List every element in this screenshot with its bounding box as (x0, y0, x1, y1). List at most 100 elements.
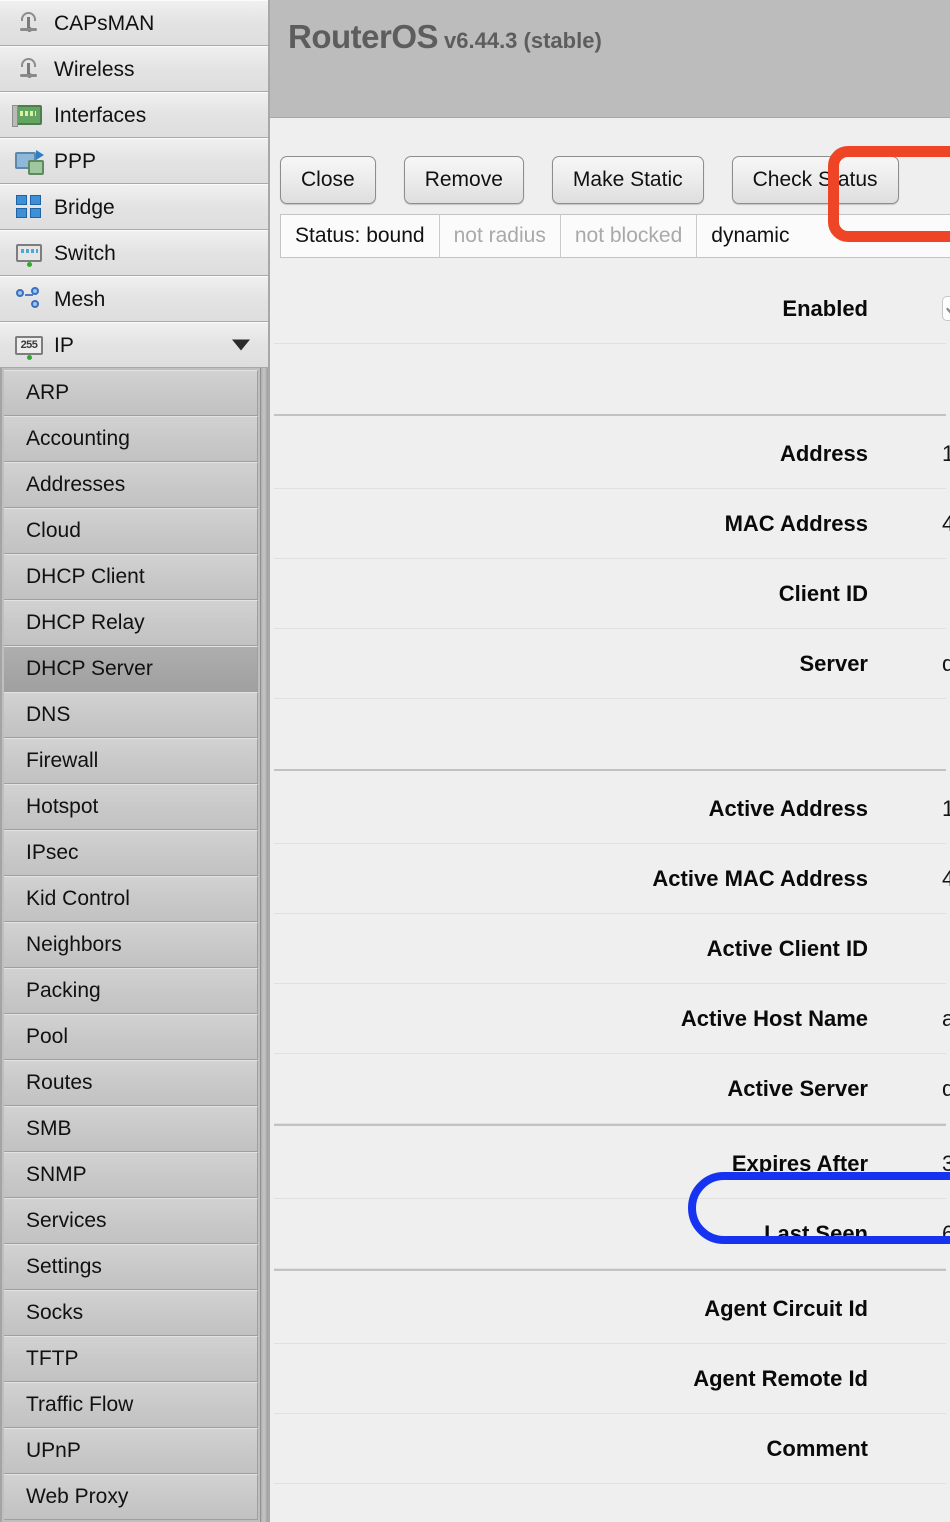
mac-address-label: MAC Address (724, 510, 868, 536)
sidebar-item-ipsec[interactable]: IPsec (4, 830, 258, 876)
mesh-icon (14, 286, 44, 312)
section-separator-4 (274, 1269, 946, 1271)
active-mac-address-prefix: 4C:EF:C0: (942, 865, 950, 891)
sidebar-subitem-label: Pool (26, 1025, 69, 1048)
sidebar-subitem-label: Settings (26, 1255, 102, 1278)
agent-remote-id-label: Agent Remote Id (693, 1365, 868, 1391)
sidebar-item-hotspot[interactable]: Hotspot (4, 784, 258, 830)
spacer-row-1 (274, 344, 946, 414)
sidebar-item-label: Switch (54, 241, 116, 265)
row-active-client-id: Active Client ID (274, 914, 946, 984)
server-label: Server (799, 650, 868, 676)
sidebar-item-neighbors[interactable]: Neighbors (4, 922, 258, 968)
sidebar-item-kid-control[interactable]: Kid Control (4, 876, 258, 922)
switch-icon (14, 240, 44, 267)
sidebar-scrollbar[interactable] (260, 368, 268, 1522)
titlebar: RouterOS v6.44.3 (stable) (270, 0, 950, 118)
sidebar-item-ppp[interactable]: PPP (0, 138, 268, 184)
row-active-server: Active Server dhcp_F1_WLAN5 (274, 1054, 950, 1124)
sidebar-subitem-label: DHCP Relay (26, 611, 145, 634)
last-seen-value: 6d 15:39:08 (942, 1220, 950, 1246)
sidebar-item-ip[interactable]: 255 IP (0, 322, 268, 368)
sidebar-item-capsman[interactable]: CAPsMAN (0, 0, 268, 46)
sidebar-item-arp[interactable]: ARP (4, 370, 258, 416)
sidebar-subitem-label: Firewall (26, 749, 99, 772)
expires-after-value: 358d 08:20:52 (942, 1150, 950, 1176)
active-host-name-value: amazon-cfeace107 (942, 1005, 950, 1031)
network-card-icon (12, 102, 44, 128)
status-bar: Status: bound not radius not blocked dyn… (280, 214, 950, 258)
sidebar-item-tftp[interactable]: TFTP (4, 1336, 258, 1382)
sidebar-subitem-label: Packing (26, 979, 101, 1002)
sidebar-item-dhcp-server[interactable]: DHCP Server (4, 646, 258, 692)
version-label: v6.44.3 (stable) (444, 28, 602, 53)
sidebar-item-bridge[interactable]: Bridge (0, 184, 268, 230)
active-server-label: Active Server (727, 1075, 868, 1101)
sidebar-item-accounting[interactable]: Accounting (4, 416, 258, 462)
sidebar-item-label: PPP (54, 149, 97, 173)
sidebar-item-socks[interactable]: Socks (4, 1290, 258, 1336)
sidebar-item-addresses[interactable]: Addresses (4, 462, 258, 508)
sidebar-subitem-label: Web Proxy (26, 1485, 129, 1508)
blocked-status-badge: not blocked (561, 215, 698, 257)
check-status-button[interactable]: Check Status (731, 156, 899, 204)
server-value: dhcp_F1_WLAN5 (942, 650, 950, 676)
sidebar-item-services[interactable]: Services (4, 1198, 258, 1244)
sidebar-item-routes[interactable]: Routes (4, 1060, 258, 1106)
check-icon (946, 307, 950, 314)
sidebar-item-packing[interactable]: Packing (4, 968, 258, 1014)
sidebar-item-wireless[interactable]: Wireless (0, 46, 268, 92)
comment-label: Comment (766, 1435, 868, 1461)
sidebar-item-mesh[interactable]: Mesh (0, 276, 268, 322)
sidebar-subitem-label: TFTP (26, 1347, 79, 1370)
sidebar-item-label: CAPsMAN (54, 11, 155, 35)
sidebar-item-switch[interactable]: Switch (0, 230, 268, 276)
row-active-mac-address: Active MAC Address 4C:EF:C0: (274, 844, 950, 914)
sidebar-subitem-label: Accounting (26, 427, 130, 450)
sidebar-item-settings[interactable]: Settings (4, 1244, 258, 1290)
section-separator-1 (274, 414, 946, 416)
row-active-address: Active Address 192.168.3.61 (274, 774, 950, 844)
row-mac-address: MAC Address 4C:EF:C0: (274, 489, 950, 559)
sidebar-item-firewall[interactable]: Firewall (4, 738, 258, 784)
ip-255-icon: 255 (14, 332, 44, 360)
address-value: 192.168.3.61 (942, 440, 950, 466)
sidebar-item-snmp[interactable]: SNMP (4, 1152, 258, 1198)
sidebar-main-menu: CAPsMAN Wireless Interfaces PPP Bridge S… (0, 0, 268, 368)
sidebar-item-dns[interactable]: DNS (4, 692, 258, 738)
sidebar-item-interfaces[interactable]: Interfaces (0, 92, 268, 138)
wifi-antenna-icon (14, 56, 44, 82)
sidebar-item-upnp[interactable]: UPnP (4, 1428, 258, 1474)
active-mac-address-value: 4C:EF:C0: (942, 861, 950, 897)
main-panel: RouterOS v6.44.3 (stable) Close Remove Ma… (270, 0, 950, 1522)
sidebar-subitem-label: Services (26, 1209, 107, 1232)
sidebar-subitem-label: DHCP Server (26, 657, 153, 680)
sidebar-item-web-proxy[interactable]: Web Proxy (4, 1474, 258, 1520)
row-enabled: Enabled (274, 274, 950, 344)
sidebar-item-dhcp-client[interactable]: DHCP Client (4, 554, 258, 600)
sidebar-item-cloud[interactable]: Cloud (4, 508, 258, 554)
dynamic-status-badge: dynamic (711, 224, 790, 247)
page-title: RouterOS (288, 18, 439, 55)
sidebar-ip-submenu: ARP Accounting Addresses Cloud DHCP Clie… (0, 368, 268, 1522)
sidebar-item-dhcp-relay[interactable]: DHCP Relay (4, 600, 258, 646)
sidebar-item-pool[interactable]: Pool (4, 1014, 258, 1060)
status-badge: Status: bound (281, 215, 440, 257)
remove-button[interactable]: Remove (403, 156, 524, 204)
sidebar-subitem-label: SNMP (26, 1163, 87, 1186)
toolbar: Close Remove Make Static Check Status (270, 118, 950, 210)
client-id-label: Client ID (778, 580, 868, 606)
row-active-host-name: Active Host Name amazon-cfeace107 (274, 984, 950, 1054)
sidebar-item-smb[interactable]: SMB (4, 1106, 258, 1152)
close-button[interactable]: Close (280, 156, 376, 204)
enabled-label: Enabled (782, 295, 868, 321)
active-mac-address-label: Active MAC Address (652, 865, 868, 891)
radius-status-badge: not radius (440, 215, 561, 257)
sidebar-item-label: IP (54, 333, 74, 357)
sidebar-subitem-label: DNS (26, 703, 71, 726)
sidebar-item-traffic-flow[interactable]: Traffic Flow (4, 1382, 258, 1428)
sidebar-subitem-label: ARP (26, 381, 70, 404)
make-static-button[interactable]: Make Static (551, 156, 704, 204)
section-separator-3 (274, 1124, 946, 1126)
enabled-checkbox[interactable] (942, 296, 950, 321)
